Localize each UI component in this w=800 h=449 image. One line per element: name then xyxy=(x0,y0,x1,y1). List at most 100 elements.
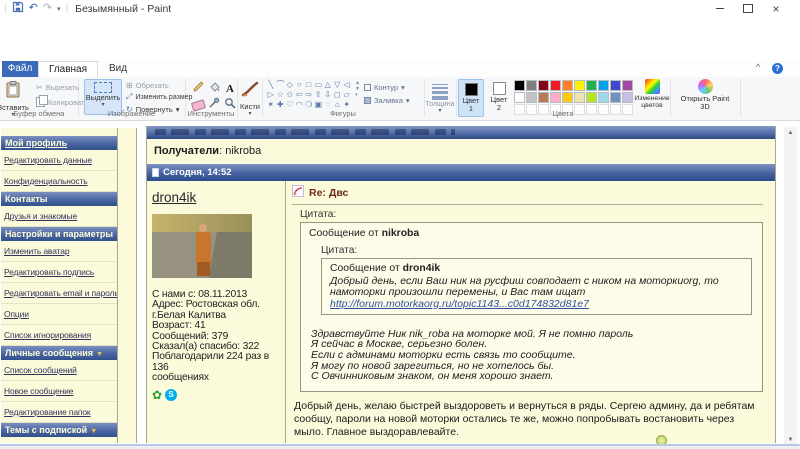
brushes-button[interactable]: Кисти ▾ xyxy=(238,79,262,117)
sidebar-item[interactable]: Список подписок xyxy=(1,437,117,443)
tab-file[interactable]: Файл xyxy=(2,61,38,77)
shape-icon[interactable]: ◻ xyxy=(333,90,343,100)
sidebar-item[interactable]: Редактирование папок xyxy=(1,402,117,423)
palette-swatch[interactable] xyxy=(550,80,561,91)
shapes-scroll[interactable]: ▲▼▾ xyxy=(355,81,360,98)
size-button[interactable]: Толщина ▾ xyxy=(424,80,456,114)
shape-icon[interactable]: ▭ xyxy=(314,80,324,90)
shapes-grid[interactable]: ╲⌒◇○□▭△▽◁▷☆✩⇦⇨⇧⇩◻▱✶✚♡◠❍▣◌⌂✦ xyxy=(266,80,354,110)
shape-icon[interactable]: □ xyxy=(304,80,314,90)
palette-swatch[interactable] xyxy=(598,92,609,103)
palette-swatch[interactable] xyxy=(514,80,525,91)
shape-icon[interactable]: ☆ xyxy=(276,90,286,100)
fill-button[interactable]: Заливка ▾ xyxy=(364,96,410,105)
shape-icon[interactable]: △ xyxy=(323,80,333,90)
maximize-button[interactable] xyxy=(734,0,762,17)
inner-quote-text: Добрый день, если Ваш ник на русфиш совп… xyxy=(330,276,743,299)
tab-home[interactable]: Главная xyxy=(38,61,98,77)
text-tool-icon[interactable]: A xyxy=(226,83,234,95)
vertical-scrollbar[interactable]: ▲ ▼ xyxy=(784,127,797,446)
collapse-ribbon-icon[interactable]: ^ xyxy=(756,62,760,72)
shape-icon[interactable]: ▱ xyxy=(342,90,352,100)
post-date: Сегодня, 14:52 xyxy=(163,167,232,178)
palette-swatch[interactable] xyxy=(610,80,621,91)
close-button[interactable]: × xyxy=(762,0,790,17)
shape-icon[interactable]: ⇩ xyxy=(323,90,333,100)
sidebar-item[interactable]: Редактировать email и пароль xyxy=(1,283,117,304)
shape-icon[interactable]: ✩ xyxy=(285,90,295,100)
qat-dropdown-icon[interactable]: ▾ xyxy=(57,5,61,13)
scroll-up-icon[interactable]: ▲ xyxy=(784,127,797,139)
sidebar-item[interactable]: Список игнорирования xyxy=(1,325,117,346)
palette-swatch[interactable] xyxy=(622,80,633,91)
shape-icon[interactable]: ⇧ xyxy=(314,90,324,100)
palette-swatch[interactable] xyxy=(538,80,549,91)
group-label-tools: Инструменты xyxy=(185,109,237,118)
open-paint3d-button[interactable]: Открыть Paint 3D xyxy=(676,79,734,112)
outer-quote-text: Здравствуйте Ник nik_roba на моторке мой… xyxy=(311,329,754,382)
sidebar-item[interactable]: Опции xyxy=(1,304,117,325)
palette-swatch[interactable] xyxy=(574,80,585,91)
palette-swatch[interactable] xyxy=(598,80,609,91)
pencil-icon[interactable] xyxy=(192,80,205,98)
palette-swatch[interactable] xyxy=(562,92,573,103)
sidebar-section-header[interactable]: Личные сообщения▼ xyxy=(1,346,117,360)
sidebar-section-header[interactable]: Настройки и параметры xyxy=(1,227,117,241)
palette-swatch[interactable] xyxy=(574,92,585,103)
sidebar-item[interactable]: Конфиденциальность xyxy=(1,171,117,192)
sidebar-section-header[interactable]: Темы с подпиской▼ xyxy=(1,423,117,437)
shape-icon[interactable]: ▷ xyxy=(266,90,276,100)
sidebar-spacer xyxy=(118,128,137,443)
save-icon[interactable] xyxy=(12,0,24,18)
cut-button[interactable]: ✂Вырезать xyxy=(36,83,79,92)
sidebar-item[interactable]: Редактировать данные xyxy=(1,150,117,171)
palette-swatch[interactable] xyxy=(538,92,549,103)
sidebar-section-header[interactable]: Контакты xyxy=(1,192,117,206)
icq-icon[interactable]: ✿ xyxy=(152,389,162,401)
reply-line: мыло. Главное выздоравлевайте. xyxy=(294,426,763,439)
sidebar-item[interactable]: Изменить аватар xyxy=(1,241,117,262)
shape-icon[interactable]: ▽ xyxy=(333,80,343,90)
sidebar-section-header[interactable]: Мой профиль xyxy=(1,136,117,150)
crop-button[interactable]: ⊞Обрезать xyxy=(126,81,186,90)
copy-button[interactable]: Копировать xyxy=(36,97,88,107)
author-link[interactable]: dron4ik xyxy=(152,190,196,205)
shape-icon[interactable]: ⌒ xyxy=(276,80,286,90)
palette-swatch[interactable] xyxy=(526,92,537,103)
palette-swatch[interactable] xyxy=(610,92,621,103)
chevron-down-icon: ▾ xyxy=(438,109,441,114)
quick-access-toolbar: | ↶ ↷ ▾ | xyxy=(4,0,68,18)
palette-swatch[interactable] xyxy=(526,80,537,91)
recipients-row: Получатели: nikroba xyxy=(147,139,775,164)
palette-swatch[interactable] xyxy=(586,80,597,91)
window-title: Безымянный - Paint xyxy=(75,3,171,15)
tab-view[interactable]: Вид xyxy=(98,61,138,77)
topic-link[interactable]: http://forum.motorkaorg.ru/topic1143...c… xyxy=(330,299,743,310)
edit-colors-button[interactable]: Изменение цветов xyxy=(634,79,670,110)
brush-icon xyxy=(241,81,259,102)
palette-swatch[interactable] xyxy=(586,92,597,103)
sidebar-item[interactable]: Друзья и знакомые xyxy=(1,206,117,227)
author-column: dron4ik С нами с: 08.11.2013Адрес: Росто… xyxy=(147,181,286,443)
palette-swatch[interactable] xyxy=(622,92,633,103)
palette-swatch[interactable] xyxy=(514,92,525,103)
skype-icon[interactable]: S xyxy=(165,389,177,401)
palette-swatch[interactable] xyxy=(550,92,561,103)
sidebar-item[interactable]: Список сообщений xyxy=(1,360,117,381)
shape-icon[interactable]: ○ xyxy=(295,80,305,90)
sidebar-item[interactable]: Новое сообщение xyxy=(1,381,117,402)
help-icon[interactable]: ? xyxy=(772,63,783,74)
redo-icon[interactable]: ↷ xyxy=(43,3,52,14)
undo-icon[interactable]: ↶ xyxy=(29,3,38,14)
shape-icon[interactable]: ◁ xyxy=(342,80,352,90)
outline-button[interactable]: Контур ▾ xyxy=(364,83,405,92)
sidebar-item[interactable]: Редактировать подпись xyxy=(1,262,117,283)
resize-button[interactable]: ⤢Изменить размер xyxy=(126,93,186,101)
shape-icon[interactable]: ◇ xyxy=(285,80,295,90)
shape-icon[interactable]: ⇨ xyxy=(304,90,314,100)
color1-swatch xyxy=(465,83,478,96)
minimize-button[interactable] xyxy=(706,0,734,17)
shape-icon[interactable]: ╲ xyxy=(266,80,276,90)
shape-icon[interactable]: ⇦ xyxy=(295,90,305,100)
palette-swatch[interactable] xyxy=(562,80,573,91)
